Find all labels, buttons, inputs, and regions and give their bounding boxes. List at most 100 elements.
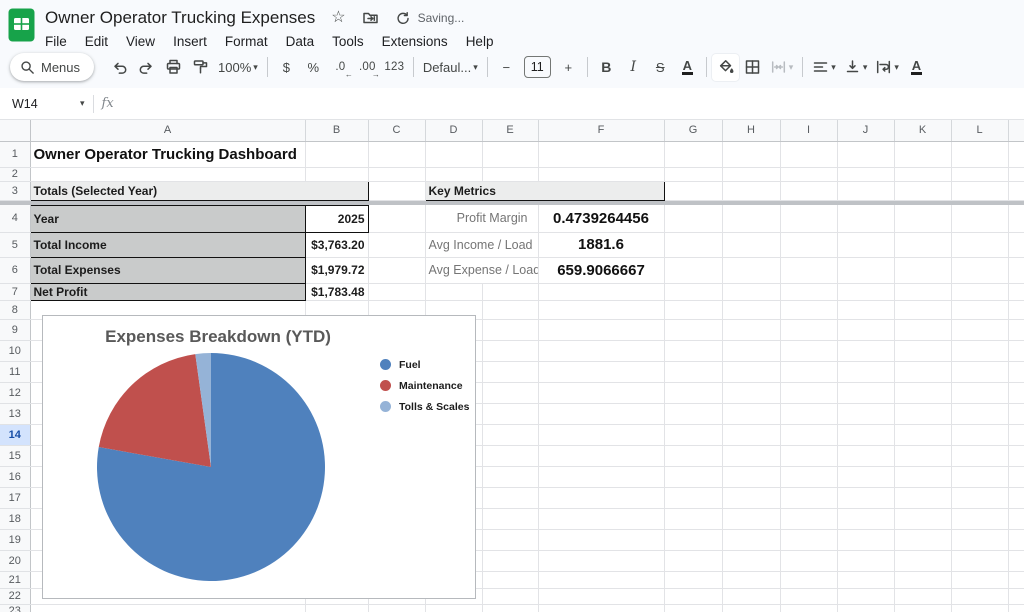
- format-currency-button[interactable]: $: [273, 54, 300, 81]
- cell[interactable]: [1008, 487, 1024, 508]
- cell[interactable]: [664, 283, 722, 300]
- cell[interactable]: [837, 300, 894, 319]
- cell[interactable]: [722, 588, 780, 604]
- column-header-K[interactable]: K: [894, 120, 951, 141]
- cell[interactable]: [425, 604, 482, 612]
- cell[interactable]: [722, 167, 780, 181]
- cell[interactable]: [894, 283, 951, 300]
- cell[interactable]: [538, 403, 664, 424]
- cell[interactable]: [664, 382, 722, 403]
- menu-tools[interactable]: Tools: [332, 34, 364, 49]
- cell[interactable]: [482, 382, 538, 403]
- cell[interactable]: [837, 529, 894, 550]
- cell[interactable]: [894, 508, 951, 529]
- column-header-G[interactable]: G: [664, 120, 722, 141]
- cell[interactable]: [722, 508, 780, 529]
- cell[interactable]: [780, 424, 837, 445]
- cell[interactable]: [425, 283, 482, 300]
- cell[interactable]: [664, 232, 722, 257]
- cell-year-label[interactable]: Year: [30, 205, 305, 232]
- cell[interactable]: [538, 283, 664, 300]
- cell[interactable]: [538, 424, 664, 445]
- cell[interactable]: [780, 232, 837, 257]
- cell[interactable]: [894, 141, 951, 167]
- cell[interactable]: [780, 588, 837, 604]
- cell[interactable]: [722, 382, 780, 403]
- cell[interactable]: [1008, 181, 1024, 200]
- cell[interactable]: [664, 300, 722, 319]
- cell[interactable]: [1008, 205, 1024, 232]
- cell[interactable]: [837, 167, 894, 181]
- cell[interactable]: [780, 361, 837, 382]
- cell-avg-expense-label[interactable]: Avg Expense / Load: [425, 257, 538, 283]
- cell[interactable]: [780, 508, 837, 529]
- move-folder-icon[interactable]: [362, 10, 379, 26]
- row-header-20[interactable]: 20: [0, 550, 30, 571]
- menu-help[interactable]: Help: [466, 34, 494, 49]
- cell[interactable]: [780, 466, 837, 487]
- print-button[interactable]: [160, 54, 187, 81]
- cell[interactable]: [837, 382, 894, 403]
- row-header-5[interactable]: 5: [0, 232, 30, 257]
- cell[interactable]: [368, 604, 425, 612]
- cell[interactable]: [482, 529, 538, 550]
- row-header-19[interactable]: 19: [0, 529, 30, 550]
- cell[interactable]: [368, 205, 425, 232]
- cell[interactable]: [482, 319, 538, 340]
- row-header-15[interactable]: 15: [0, 445, 30, 466]
- cell[interactable]: [1008, 382, 1024, 403]
- row-header-1[interactable]: 1: [0, 141, 30, 167]
- zoom-select[interactable]: 100%▾: [214, 54, 262, 81]
- vertical-align-button[interactable]: ▾: [840, 54, 872, 81]
- menu-view[interactable]: View: [126, 34, 155, 49]
- increase-font-size-button[interactable]: +: [555, 54, 582, 81]
- cell[interactable]: [837, 181, 894, 200]
- cell-avg-income-label[interactable]: Avg Income / Load: [425, 232, 538, 257]
- cell[interactable]: [837, 232, 894, 257]
- cell[interactable]: [780, 571, 837, 588]
- cell[interactable]: [837, 424, 894, 445]
- cell[interactable]: [30, 604, 305, 612]
- cell[interactable]: [664, 361, 722, 382]
- cell[interactable]: [1008, 361, 1024, 382]
- cell[interactable]: [722, 205, 780, 232]
- cell[interactable]: [837, 571, 894, 588]
- cell[interactable]: [1008, 141, 1024, 167]
- cell[interactable]: [664, 466, 722, 487]
- cell[interactable]: [951, 382, 1008, 403]
- cell[interactable]: [425, 141, 482, 167]
- cell[interactable]: [664, 257, 722, 283]
- cell[interactable]: [482, 167, 538, 181]
- cell[interactable]: [951, 588, 1008, 604]
- cell[interactable]: [951, 571, 1008, 588]
- cell[interactable]: [722, 300, 780, 319]
- cell[interactable]: [837, 487, 894, 508]
- expenses-chart[interactable]: Expenses Breakdown (YTD) FuelMaintenance…: [42, 315, 476, 599]
- cell[interactable]: [837, 604, 894, 612]
- cell[interactable]: [951, 319, 1008, 340]
- cell[interactable]: [722, 319, 780, 340]
- cell[interactable]: [951, 604, 1008, 612]
- cell[interactable]: [780, 550, 837, 571]
- cell[interactable]: [664, 604, 722, 612]
- column-header-partial[interactable]: [1008, 120, 1024, 141]
- cell[interactable]: [722, 529, 780, 550]
- cell[interactable]: [894, 588, 951, 604]
- cell-net-profit-label[interactable]: Net Profit: [30, 283, 305, 300]
- cell[interactable]: [722, 232, 780, 257]
- cell[interactable]: [664, 181, 722, 200]
- cell[interactable]: [837, 508, 894, 529]
- bold-button[interactable]: B: [593, 54, 620, 81]
- cell[interactable]: [305, 167, 368, 181]
- column-header-D[interactable]: D: [425, 120, 482, 141]
- menu-format[interactable]: Format: [225, 34, 268, 49]
- cell[interactable]: [1008, 167, 1024, 181]
- column-header-H[interactable]: H: [722, 120, 780, 141]
- column-header-I[interactable]: I: [780, 120, 837, 141]
- cell[interactable]: [780, 340, 837, 361]
- merge-cells-button[interactable]: ▾: [766, 54, 798, 81]
- text-color-button[interactable]: A: [674, 54, 701, 81]
- cell[interactable]: [664, 445, 722, 466]
- cell-year-value[interactable]: 2025: [305, 205, 368, 232]
- cell[interactable]: [482, 424, 538, 445]
